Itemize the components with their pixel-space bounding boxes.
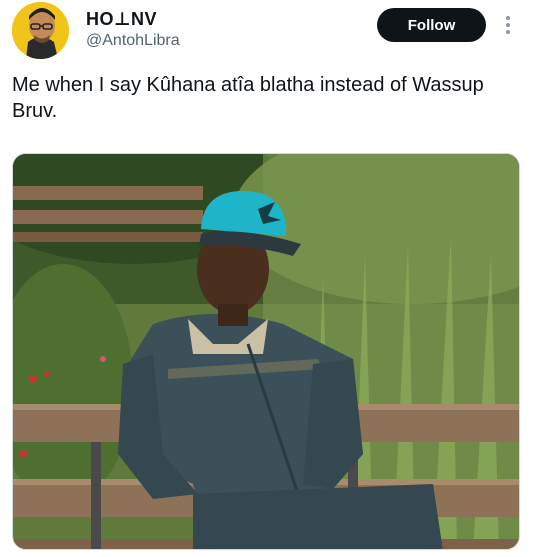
profile-avatar[interactable]	[12, 2, 69, 59]
more-options-icon[interactable]	[499, 12, 517, 38]
tweet-card: HO⊥NV @AntohLibra Follow Me when I say K…	[0, 0, 533, 557]
avatar-image	[12, 2, 69, 59]
author-display-name[interactable]: HO⊥NV	[86, 9, 157, 30]
dot-icon	[506, 30, 510, 34]
photo-man-on-bench	[13, 154, 519, 549]
author-handle[interactable]: @AntohLibra	[86, 32, 180, 50]
follow-button[interactable]: Follow	[377, 8, 486, 42]
tweet-text: Me when I say Kûhana atîa blatha instead…	[12, 74, 484, 122]
dot-icon	[506, 16, 510, 20]
tweet-media-image[interactable]	[12, 153, 520, 550]
dot-icon	[506, 23, 510, 27]
